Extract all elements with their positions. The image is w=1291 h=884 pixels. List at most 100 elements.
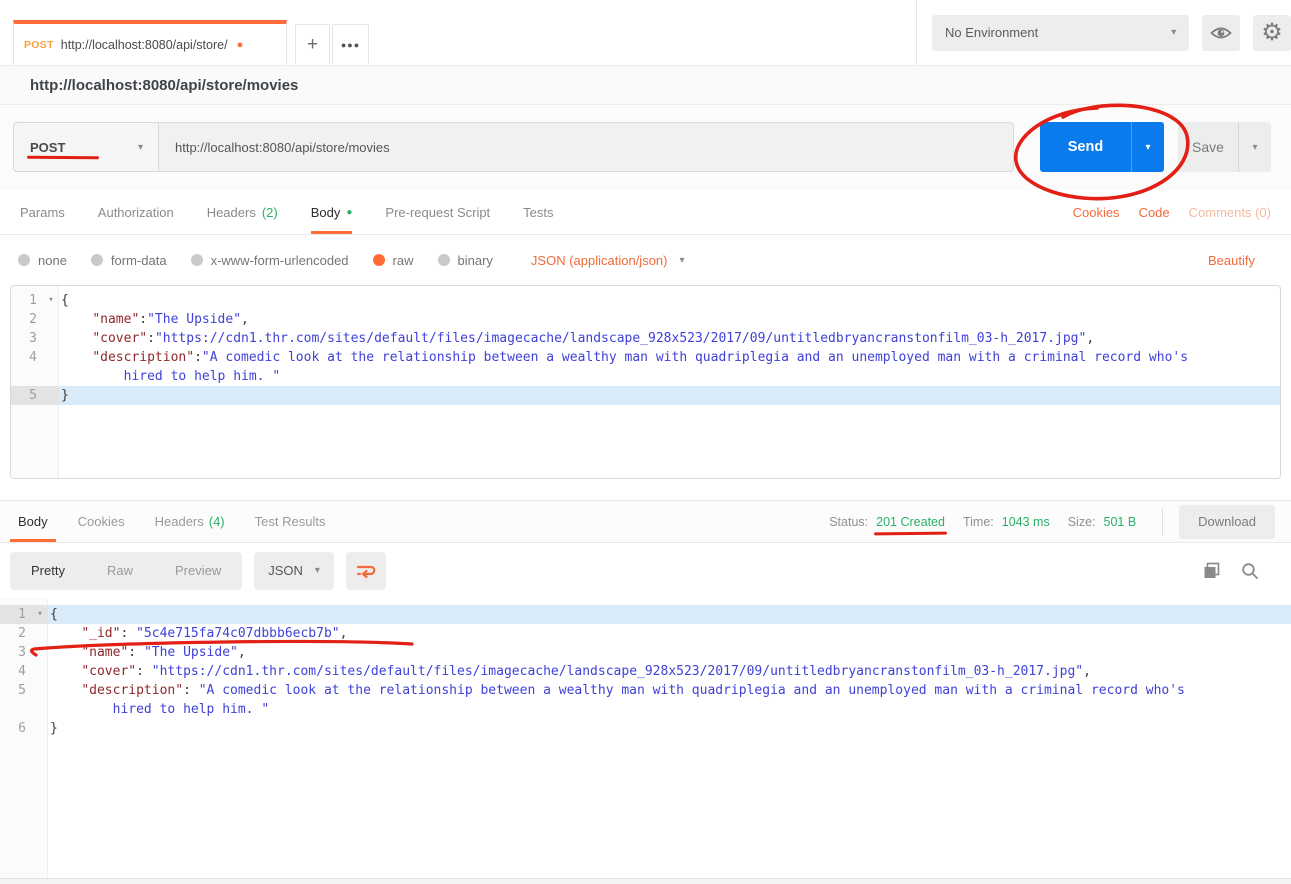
cookies-link[interactable]: Cookies (1073, 205, 1120, 220)
code-line: 6} (0, 719, 1291, 738)
url-input[interactable] (159, 123, 1013, 171)
save-label: Save (1178, 122, 1238, 172)
tab-strip: POST http://localhost:8080/api/store/ ● … (0, 0, 916, 65)
search-icon[interactable] (1241, 562, 1259, 580)
response-format-select[interactable]: JSON ▾ (254, 552, 334, 590)
beautify-link[interactable]: Beautify (1208, 253, 1273, 268)
section-divider (0, 479, 1291, 500)
gear-icon: ⚙ (1261, 21, 1283, 45)
response-tab-body-label: Body (18, 514, 48, 529)
new-tab-button[interactable]: + (295, 24, 330, 64)
fold-gutter (32, 681, 48, 700)
headers-count-badge: (2) (262, 205, 278, 220)
body-type-raw[interactable]: raw (373, 253, 414, 268)
line-number: 3 (11, 329, 43, 348)
settings-button[interactable]: ⚙ (1253, 15, 1291, 51)
comments-link[interactable]: Comments (0) (1189, 205, 1271, 220)
eye-icon (1210, 25, 1232, 41)
environment-select[interactable]: No Environment ▾ (932, 15, 1189, 51)
view-raw-button[interactable]: Raw (86, 563, 154, 578)
tab-pre-request-label: Pre-request Script (385, 205, 490, 220)
radio-selected-icon (373, 254, 385, 266)
tab-tests[interactable]: Tests (523, 190, 553, 234)
code-link[interactable]: Code (1139, 205, 1170, 220)
response-view-segmented: Pretty Raw Preview (10, 552, 242, 590)
response-tab-headers[interactable]: Headers (4) (147, 501, 233, 542)
line-number: 6 (0, 719, 32, 738)
response-tab-cookies[interactable]: Cookies (70, 501, 133, 542)
tab-authorization[interactable]: Authorization (98, 190, 174, 234)
body-type-form-data[interactable]: form-data (91, 253, 167, 268)
body-type-form-data-label: form-data (111, 253, 167, 268)
code-line[interactable]: 4 "description":"A comedic look at the r… (11, 348, 1280, 367)
time-value: 1043 ms (1002, 515, 1050, 529)
tab-pre-request-script[interactable]: Pre-request Script (385, 190, 490, 234)
download-label: Download (1198, 514, 1256, 529)
response-tab-body[interactable]: Body (10, 501, 56, 542)
content-type-value: JSON (application/json) (531, 253, 668, 268)
response-editor-tools (1203, 562, 1281, 580)
save-options-caret[interactable]: ▾ (1238, 122, 1271, 172)
fold-arrow-icon[interactable]: ▾ (32, 605, 48, 624)
code-text: "description": "A comedic look at the re… (48, 681, 1291, 700)
copy-icon[interactable] (1203, 562, 1221, 580)
line-number: 1 (11, 291, 43, 310)
tab-body[interactable]: Body ● (311, 190, 353, 234)
more-tabs-button[interactable]: ●●● (332, 24, 369, 64)
code-line[interactable]: 5} (11, 386, 1280, 405)
download-button[interactable]: Download (1179, 505, 1275, 539)
code-line[interactable]: 2 "name":"The Upside", (11, 310, 1280, 329)
size-label: Size: (1068, 515, 1096, 529)
code-text: "name":"The Upside", (59, 310, 1280, 329)
response-headers-count-badge: (4) (209, 514, 225, 529)
response-view-controls: Pretty Raw Preview JSON ▾ (0, 543, 1291, 598)
code-line[interactable]: 3 "cover":"https://cdn1.thr.com/sites/de… (11, 329, 1280, 348)
code-line[interactable]: 1▾{ (11, 291, 1280, 310)
tab-authorization-label: Authorization (98, 205, 174, 220)
code-line: hired to help him. " (0, 700, 1291, 719)
request-tab-links: Cookies Code Comments (0) (1073, 190, 1271, 234)
wrap-lines-button[interactable] (346, 552, 386, 590)
line-number (0, 700, 32, 719)
response-tab-test-results[interactable]: Test Results (247, 501, 334, 542)
body-type-none[interactable]: none (18, 253, 67, 268)
fold-gutter (32, 643, 48, 662)
tab-params[interactable]: Params (20, 190, 65, 234)
content-type-select[interactable]: JSON (application/json) ▾ (531, 253, 685, 268)
code-text: hired to help him. " (59, 367, 1280, 386)
body-type-binary[interactable]: binary (438, 253, 493, 268)
environment-quicklook-button[interactable] (1202, 15, 1240, 51)
method-select[interactable]: POST ▾ (14, 123, 159, 171)
fold-arrow-icon[interactable]: ▾ (43, 291, 59, 310)
chevron-down-icon: ▾ (679, 255, 684, 266)
tab-method-label: POST (24, 39, 54, 51)
line-number (11, 367, 43, 386)
tab-headers[interactable]: Headers (2) (207, 190, 278, 234)
request-tab[interactable]: POST http://localhost:8080/api/store/ ● (13, 20, 287, 65)
code-line: 2 "_id": "5c4e715fa74c07dbbb6ecb7b", (0, 624, 1291, 643)
chevron-down-icon: ▾ (315, 565, 320, 576)
save-button[interactable]: Save ▾ (1178, 122, 1271, 172)
send-button[interactable]: Send ▾ (1040, 122, 1164, 172)
environment-area: No Environment ▾ ⚙ (916, 0, 1291, 65)
line-number: 4 (11, 348, 43, 367)
send-options-caret[interactable]: ▾ (1131, 122, 1164, 172)
view-preview-button[interactable]: Preview (154, 563, 242, 578)
fold-gutter (43, 367, 59, 386)
send-label: Send (1040, 122, 1131, 172)
view-pretty-button[interactable]: Pretty (10, 563, 86, 578)
line-number: 4 (0, 662, 32, 681)
fold-gutter (32, 719, 48, 738)
radio-icon (438, 254, 450, 266)
fold-gutter (43, 310, 59, 329)
horizontal-scrollbar[interactable] (0, 878, 1291, 884)
response-format-value: JSON (268, 563, 303, 578)
code-text: "cover":"https://cdn1.thr.com/sites/defa… (59, 329, 1280, 348)
request-body-editor[interactable]: 1▾{2 "name":"The Upside",3 "cover":"http… (10, 285, 1281, 479)
body-type-urlencoded[interactable]: x-www-form-urlencoded (191, 253, 349, 268)
code-line[interactable]: hired to help him. " (11, 367, 1280, 386)
request-title-bar: http://localhost:8080/api/store/movies (0, 65, 1291, 105)
header: POST http://localhost:8080/api/store/ ● … (0, 0, 1291, 65)
response-tab-test-results-label: Test Results (255, 514, 326, 529)
request-bar: POST ▾ Send ▾ Save ▾ (0, 105, 1291, 190)
